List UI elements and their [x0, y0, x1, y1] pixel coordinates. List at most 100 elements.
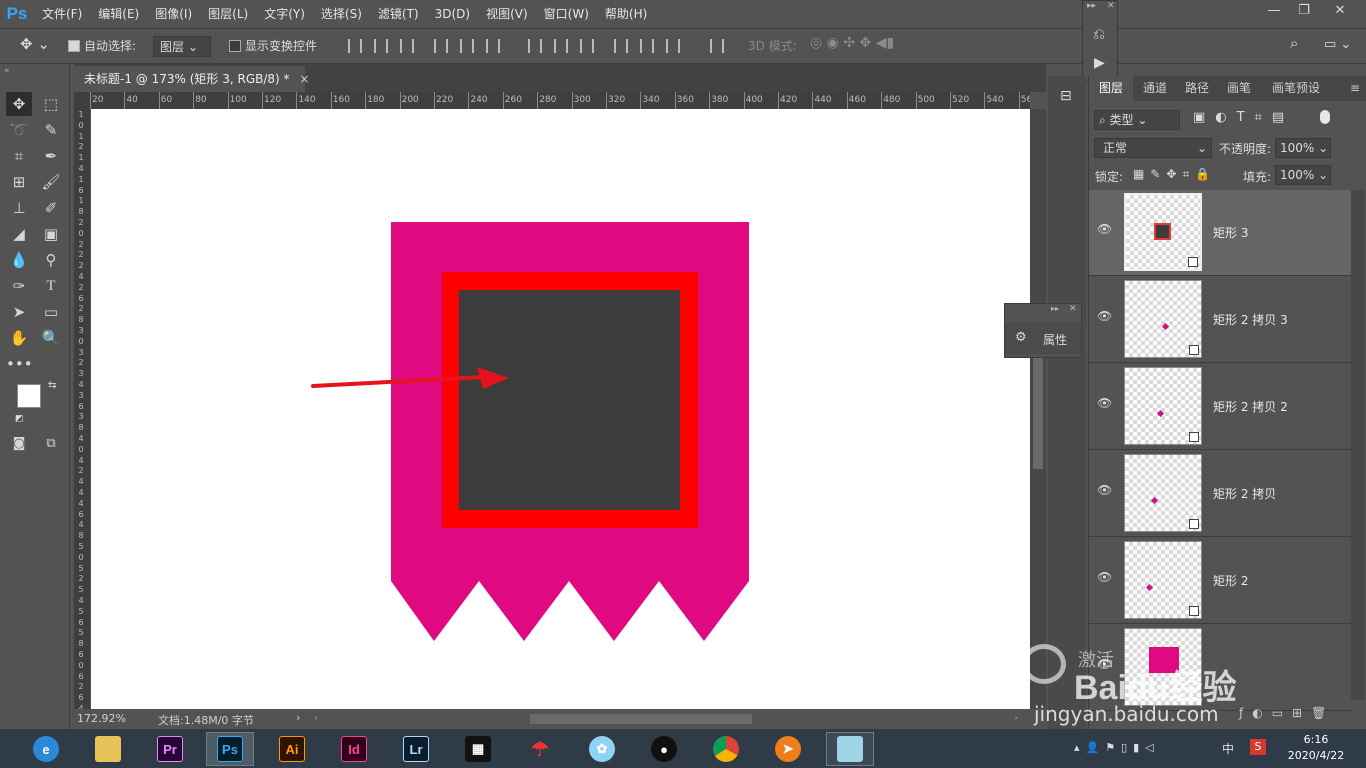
umbrella-app[interactable]: ☂: [516, 732, 564, 766]
menu-3d[interactable]: 3D(D): [427, 0, 478, 28]
blur-tool-icon[interactable]: 💧: [6, 248, 32, 272]
distribute-bottom-icon[interactable]: [580, 39, 594, 53]
layer-row[interactable]: 👁 矩形 2: [1089, 538, 1351, 624]
layer-name[interactable]: 矩形 2: [1213, 572, 1248, 589]
panel-menu-icon[interactable]: ≡: [1345, 76, 1365, 101]
swap-colors-icon[interactable]: ⇆: [48, 380, 56, 391]
tray-icons[interactable]: ▴👤⚑▯▮◁: [1074, 741, 1160, 754]
qq-app[interactable]: ●: [640, 732, 688, 766]
tab-paths[interactable]: 路径: [1177, 76, 1217, 101]
crop-tool-icon[interactable]: ⌗: [6, 144, 32, 168]
tab-channels[interactable]: 通道: [1133, 76, 1177, 101]
close-icon[interactable]: ✕: [1325, 0, 1355, 22]
illustrator-app[interactable]: Ai: [268, 732, 316, 766]
chat-app[interactable]: ✿: [578, 732, 626, 766]
collapse-icon[interactable]: «: [4, 66, 10, 76]
menu-help[interactable]: 帮助(H): [597, 0, 655, 28]
scroll-thumb[interactable]: [1033, 349, 1043, 469]
visibility-eye-icon[interactable]: 👁: [1097, 223, 1113, 235]
zoom-level[interactable]: 172.92%: [77, 712, 126, 725]
lightroom-app[interactable]: Lr: [392, 732, 440, 766]
menu-image[interactable]: 图像(I): [147, 0, 200, 28]
menu-edit[interactable]: 编辑(E): [90, 0, 147, 28]
indesign-app[interactable]: Id: [330, 732, 378, 766]
move-tool-icon[interactable]: ✥: [6, 92, 32, 116]
browser-app-icon[interactable]: e: [22, 732, 70, 766]
minimize-icon[interactable]: —: [1259, 0, 1289, 22]
layer-name[interactable]: 矩形 2 拷贝: [1213, 485, 1276, 502]
brush-tool-icon[interactable]: 🖌: [38, 170, 64, 194]
photoshop-app[interactable]: Ps: [206, 732, 254, 766]
layer-name[interactable]: 矩形 2 拷贝 2: [1213, 398, 1288, 415]
pen-tool-icon[interactable]: ✑: [6, 274, 32, 298]
orange-app[interactable]: ➤: [764, 732, 812, 766]
hand-tool-icon[interactable]: ✋: [6, 326, 32, 350]
restore-icon[interactable]: ❐: [1289, 0, 1319, 22]
layer-name[interactable]: 矩形 3: [1213, 224, 1248, 241]
input-language[interactable]: 中: [1222, 740, 1234, 757]
search-icon[interactable]: ⌕: [1290, 34, 1298, 52]
align-hcenter-icon[interactable]: [460, 39, 474, 53]
tab-layers[interactable]: 图层: [1089, 76, 1133, 101]
screen-mode-icon[interactable]: ⧉: [38, 432, 64, 456]
quick-select-tool-icon[interactable]: ✎: [38, 118, 64, 142]
visibility-eye-icon[interactable]: 👁: [1097, 571, 1113, 583]
file-explorer-icon[interactable]: [84, 732, 132, 766]
close-panel-icon[interactable]: ✕: [1107, 1, 1115, 11]
history-brush-tool-icon[interactable]: ✐: [38, 196, 64, 220]
pinned-app[interactable]: [826, 732, 874, 766]
align-vcenter-icon[interactable]: [374, 39, 388, 53]
tab-brush-presets[interactable]: 画笔预设: [1261, 76, 1331, 101]
path-select-tool-icon[interactable]: ➤: [6, 300, 32, 324]
opacity-field[interactable]: 100% ⌄: [1275, 138, 1331, 158]
layer-comps-icon[interactable]: ⊟: [1060, 88, 1072, 104]
default-colors-icon[interactable]: ◩: [15, 414, 24, 424]
auto-select-dropdown[interactable]: 图层 ⌄: [153, 36, 211, 57]
scroll-left-icon[interactable]: ‹: [314, 711, 318, 724]
distribute-vcenter-icon[interactable]: [554, 39, 568, 53]
move-tool-icon[interactable]: ✥ ⌄: [20, 35, 50, 53]
dodge-tool-icon[interactable]: ⚲: [38, 248, 64, 272]
expand-icon[interactable]: ▸▸: [1087, 1, 1096, 11]
layer-row[interactable]: 👁: [1089, 625, 1351, 711]
sogou-ime-icon[interactable]: S: [1250, 739, 1266, 755]
marquee-tool-icon[interactable]: ⬚: [38, 92, 64, 116]
clock-date[interactable]: 2020/4/22: [1280, 749, 1352, 762]
layer-row[interactable]: 👁 矩形 2 拷贝: [1089, 451, 1351, 537]
distribute-hcenter-icon[interactable]: [640, 39, 654, 53]
properties-button[interactable]: ⚙ 属性: [1005, 322, 1081, 354]
show-transform-checkbox[interactable]: 显示变换控件: [229, 37, 317, 54]
layer-filter-dropdown[interactable]: ⌕ 类型 ⌄: [1094, 110, 1180, 130]
layer-row[interactable]: 👁 矩形 3: [1089, 190, 1351, 276]
horizontal-scroll-thumb[interactable]: [530, 714, 752, 724]
visibility-eye-icon[interactable]: 👁: [1097, 658, 1113, 670]
menu-file[interactable]: 文件(F): [34, 0, 90, 28]
align-right-icon[interactable]: [486, 39, 500, 53]
history-icon[interactable]: ⎌: [1093, 25, 1105, 43]
menu-window[interactable]: 窗口(W): [536, 0, 597, 28]
layers-scrollbar[interactable]: [1351, 190, 1365, 700]
more-tools-icon[interactable]: •••: [6, 352, 33, 376]
align-bottom-icon[interactable]: [400, 39, 414, 53]
menu-type[interactable]: 文字(Y): [256, 0, 313, 28]
healing-tool-icon[interactable]: ⊞: [6, 170, 32, 194]
document-tab[interactable]: 未标题-1 @ 173% (矩形 3, RGB/8) * ×: [74, 66, 309, 92]
visibility-eye-icon[interactable]: 👁: [1097, 310, 1113, 322]
canvas-scrollbar-vertical[interactable]: [1030, 109, 1046, 709]
play-icon[interactable]: ▶: [1094, 55, 1105, 71]
clock-time[interactable]: 6:16: [1296, 733, 1336, 746]
chrome-app[interactable]: [702, 732, 750, 766]
status-menu-icon[interactable]: ›: [296, 711, 300, 724]
layer-row[interactable]: 👁 矩形 2 拷贝 3: [1089, 277, 1351, 363]
video-app[interactable]: ▦: [454, 732, 502, 766]
close-panel-icon[interactable]: ✕: [1069, 304, 1077, 314]
distribute-right-icon[interactable]: [666, 39, 680, 53]
lasso-tool-icon[interactable]: ➰: [6, 118, 32, 142]
layer-filter-icons[interactable]: ▣◐T⌗▤: [1193, 110, 1294, 125]
zoom-tool-icon[interactable]: 🔍: [38, 326, 64, 350]
gradient-tool-icon[interactable]: ▣: [38, 222, 64, 246]
close-tab-icon[interactable]: ×: [299, 72, 309, 86]
stamp-tool-icon[interactable]: ⊥: [6, 196, 32, 220]
type-tool-icon[interactable]: T: [38, 274, 64, 298]
expand-icon[interactable]: ▸▸: [1051, 304, 1059, 313]
